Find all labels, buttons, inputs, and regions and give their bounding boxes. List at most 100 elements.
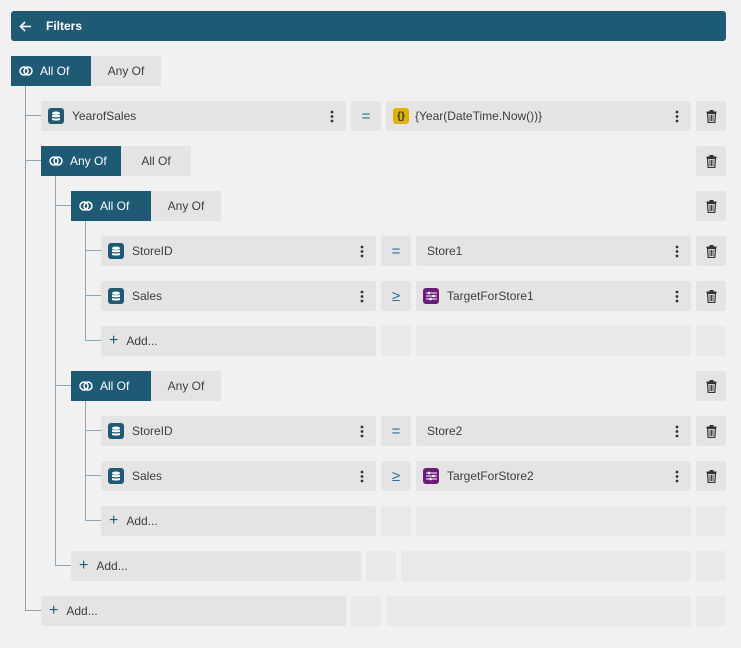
sliders-icon (423, 468, 439, 484)
add-condition-button[interactable]: + Add... (101, 326, 376, 356)
intersect-circles-icon (79, 201, 93, 211)
add-condition-button[interactable]: + Add... (41, 596, 346, 626)
delete-button[interactable] (696, 281, 726, 311)
value-input[interactable]: Store2 (416, 416, 691, 446)
intersect-circles-icon (79, 381, 93, 391)
value-input[interactable]: Store1 (416, 236, 691, 266)
intersect-circles-icon (49, 156, 63, 166)
vertical-dots-icon[interactable] (360, 289, 364, 303)
tree-line (85, 295, 101, 296)
vertical-dots-icon[interactable] (675, 109, 679, 123)
operator-selector[interactable]: = (381, 416, 411, 446)
all-of-button[interactable]: All Of (11, 56, 91, 86)
field-selector[interactable]: YearofSales (41, 101, 346, 131)
database-icon (108, 468, 124, 484)
vertical-dots-icon[interactable] (675, 424, 679, 438)
operator-symbol: = (361, 107, 371, 125)
toggle-label: Any Of (167, 379, 205, 393)
all-of-button[interactable]: All Of (71, 191, 151, 221)
operator-selector[interactable]: = (381, 236, 411, 266)
plus-icon: + (109, 512, 119, 529)
tree-line (25, 610, 41, 611)
any-of-button[interactable]: Any Of (151, 191, 221, 221)
tree-line (85, 520, 101, 521)
placeholder-cell (416, 506, 691, 536)
placeholder-cell (696, 596, 726, 626)
tree-line (55, 385, 71, 386)
field-selector[interactable]: StoreID (101, 416, 376, 446)
delete-button[interactable] (696, 416, 726, 446)
plus-icon: + (49, 602, 59, 619)
operator-selector[interactable]: ≥ (381, 281, 411, 311)
arrow-left-icon[interactable] (19, 20, 32, 33)
delete-group-button[interactable] (696, 371, 726, 401)
any-of-button[interactable]: Any Of (91, 56, 161, 86)
placeholder-cell (366, 551, 396, 581)
toggle-label: All Of (141, 154, 171, 168)
database-icon (48, 108, 64, 124)
add-condition-button[interactable]: + Add... (101, 506, 376, 536)
trash-icon (706, 199, 716, 213)
value-text: {Year(DateTime.Now())} (415, 109, 543, 123)
field-selector[interactable]: StoreID (101, 236, 376, 266)
field-selector[interactable]: Sales (101, 461, 376, 491)
toggle-label: Any Of (167, 199, 205, 213)
toggle-label: Any Of (70, 154, 107, 168)
trash-icon (706, 154, 716, 168)
vertical-dots-icon[interactable] (675, 289, 679, 303)
add-label: Add... (66, 604, 98, 618)
add-condition-button[interactable]: + Add... (71, 551, 361, 581)
plus-icon: + (109, 332, 119, 349)
trash-icon (706, 244, 716, 258)
field-name: Sales (132, 289, 163, 303)
placeholder-cell (696, 506, 726, 536)
vertical-dots-icon[interactable] (330, 109, 334, 123)
root-group-toggle: All Of Any Of (11, 56, 161, 86)
placeholder-cell (696, 551, 726, 581)
delete-group-button[interactable] (696, 146, 726, 176)
tree-line (85, 475, 101, 476)
field-name: Sales (132, 469, 163, 483)
add-label: Add... (96, 559, 128, 573)
any-of-button[interactable]: Any Of (41, 146, 121, 176)
operator-selector[interactable]: = (351, 101, 381, 131)
delete-button[interactable] (696, 101, 726, 131)
value-selector[interactable]: TargetForStore2 (416, 461, 691, 491)
plus-icon: + (79, 557, 89, 574)
intersect-circles-icon (19, 66, 33, 76)
curly-braces-icon: {} (393, 108, 409, 124)
tree-line (55, 565, 71, 566)
field-name: StoreID (132, 244, 173, 258)
tree-line (55, 176, 56, 566)
value-selector[interactable]: TargetForStore1 (416, 281, 691, 311)
delete-button[interactable] (696, 236, 726, 266)
value-text: Store2 (427, 424, 463, 438)
all-of-button[interactable]: All Of (121, 146, 191, 176)
vertical-dots-icon[interactable] (675, 244, 679, 258)
all-of-button[interactable]: All Of (71, 371, 151, 401)
tree-line (85, 340, 101, 341)
field-selector[interactable]: Sales (101, 281, 376, 311)
vertical-dots-icon[interactable] (360, 469, 364, 483)
placeholder-cell (381, 506, 411, 536)
delete-button[interactable] (696, 461, 726, 491)
placeholder-cell (401, 551, 691, 581)
toggle-label: All Of (100, 379, 130, 393)
any-of-button[interactable]: Any Of (151, 371, 221, 401)
vertical-dots-icon[interactable] (675, 469, 679, 483)
operator-symbol: ≥ (391, 287, 401, 305)
vertical-dots-icon[interactable] (360, 244, 364, 258)
operator-symbol: ≥ (391, 467, 401, 485)
delete-group-button[interactable] (696, 191, 726, 221)
database-icon (108, 243, 124, 259)
toggle-label: All Of (100, 199, 130, 213)
any-of-group-toggle: Any Of All Of (41, 146, 191, 176)
database-icon (108, 423, 124, 439)
placeholder-cell (351, 596, 381, 626)
filters-header: Filters (11, 11, 726, 41)
trash-icon (706, 469, 716, 483)
operator-selector[interactable]: ≥ (381, 461, 411, 491)
tree-line (85, 401, 86, 521)
vertical-dots-icon[interactable] (360, 424, 364, 438)
value-selector[interactable]: {} {Year(DateTime.Now())} (386, 101, 691, 131)
